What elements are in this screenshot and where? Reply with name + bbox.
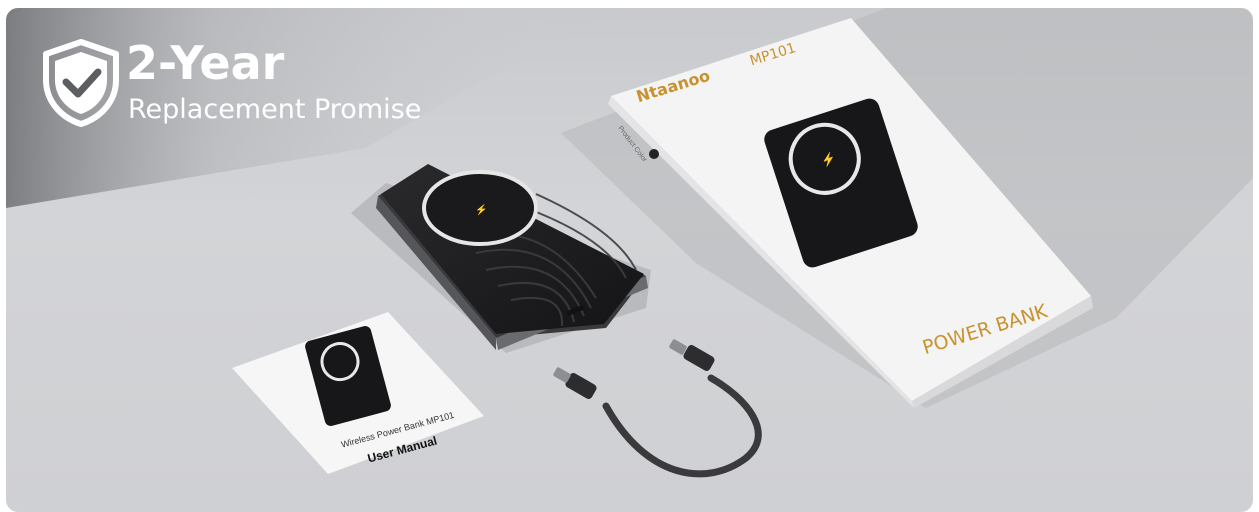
user-manual-card: [232, 312, 484, 474]
product-photo: ⚡ Product Color ⚡ 2-Year Replacement Pro…: [6, 8, 1253, 512]
banner-subline: Replacement Promise: [128, 94, 422, 125]
shield-check-icon: [43, 39, 119, 127]
usb-c-cable: [553, 339, 762, 478]
svg-text:⚡: ⚡: [475, 203, 487, 216]
banner-headline: 2-Year: [126, 36, 285, 90]
